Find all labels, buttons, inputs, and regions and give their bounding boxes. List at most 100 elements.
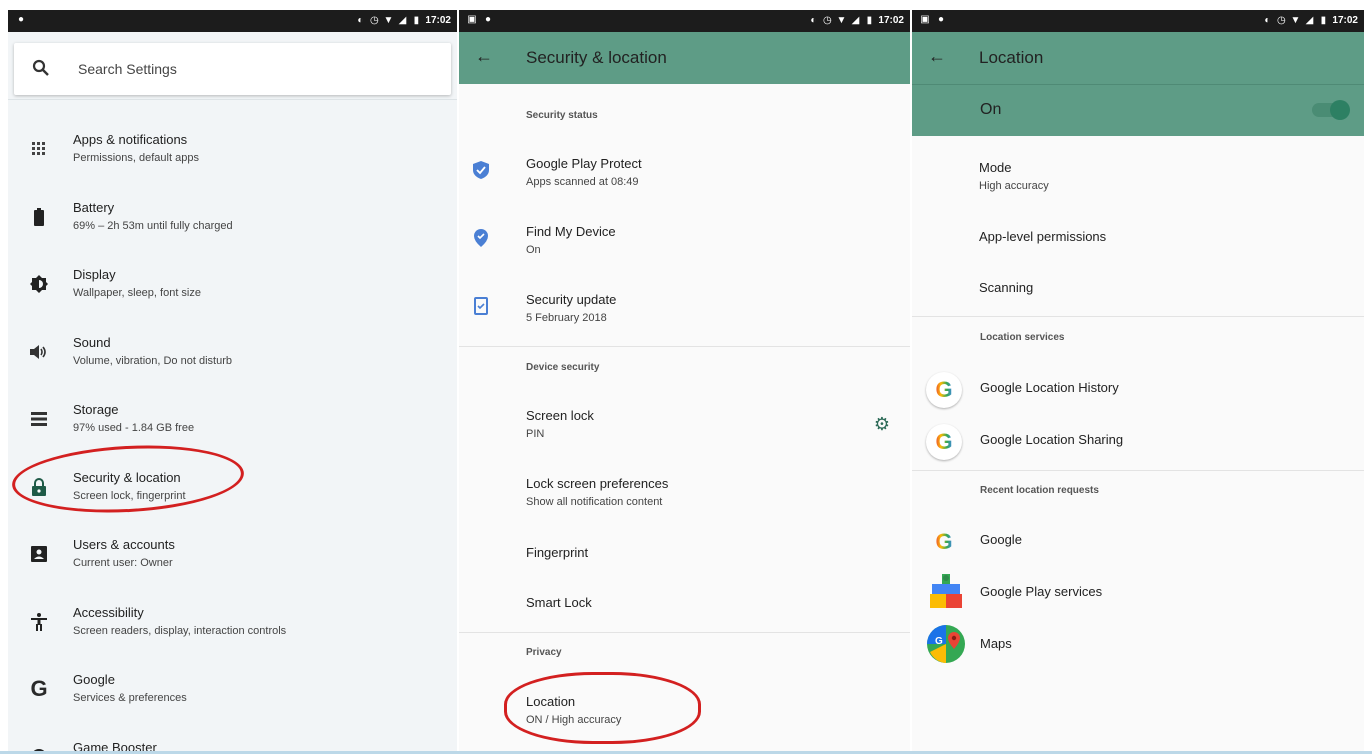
item-title: Users & accounts (73, 537, 175, 552)
google-logo-icon: G (935, 529, 953, 554)
recent-request-google[interactable]: G Google (912, 512, 1364, 572)
google-logo-icon: G (926, 372, 962, 408)
storage-icon (28, 408, 50, 430)
alarm-icon: ◷ (823, 14, 832, 26)
section-header-location-services: Location services (980, 332, 1065, 343)
toggle-label: On (980, 101, 1002, 118)
item-subtitle: Permissions, default apps (73, 152, 199, 164)
wifi-icon: ▼ (1290, 14, 1301, 26)
mode-item[interactable]: Mode High accuracy (912, 150, 1364, 210)
settings-item-google[interactable]: G Google Services & preferences (8, 658, 457, 722)
item-subtitle: Current user: Owner (73, 557, 173, 569)
item-title: Storage (73, 402, 119, 417)
recent-request-maps[interactable]: G Maps (912, 616, 1364, 676)
scanning-item[interactable]: Scanning (912, 260, 1364, 320)
item-title: Location (526, 694, 576, 709)
item-title: Mode (979, 160, 1012, 175)
item-subtitle: 5 February 2018 (526, 312, 607, 324)
location-item[interactable]: Location ON / High accuracy (459, 684, 910, 744)
screen-lock-item[interactable]: Screen lock PIN ⚙ (459, 398, 910, 458)
recent-request-play-services[interactable]: Google Play services (912, 564, 1364, 624)
smart-lock-item[interactable]: Smart Lock (459, 575, 910, 635)
google-location-history-item[interactable]: G Google Location History (912, 360, 1364, 420)
item-title: Scanning (979, 280, 1034, 295)
settings-item-users[interactable]: Users & accounts Current user: Owner (8, 523, 457, 587)
signal-icon: ◢ (398, 14, 407, 26)
back-arrow-icon[interactable]: ← (928, 46, 946, 67)
settings-item-storage[interactable]: Storage 97% used - 1.84 GB free (8, 388, 457, 452)
settings-item-battery[interactable]: Battery 69% – 2h 53m until fully charged (8, 186, 457, 250)
status-time: 17:02 (1332, 15, 1358, 26)
settings-item-apps[interactable]: Apps & notifications Permissions, defaul… (8, 118, 457, 182)
item-title: Fingerprint (526, 545, 589, 560)
google-icon: G (30, 676, 48, 701)
item-subtitle: Wallpaper, sleep, font size (73, 287, 201, 299)
divider (8, 99, 457, 100)
search-icon (32, 59, 49, 76)
divider (459, 632, 910, 633)
settings-item-game-booster[interactable]: Game Booster (8, 726, 457, 754)
item-subtitle: 97% used - 1.84 GB free (73, 422, 195, 434)
search-bar[interactable]: Search Settings (14, 43, 451, 95)
svg-text:G: G (935, 636, 943, 647)
item-subtitle: Apps scanned at 08:49 (526, 176, 639, 188)
divider (459, 346, 910, 347)
play-protect-item[interactable]: Google Play Protect Apps scanned at 08:4… (459, 146, 910, 206)
item-subtitle: Screen lock, fingerprint (73, 490, 186, 502)
location-toggle[interactable] (1312, 100, 1350, 120)
settings-item-security[interactable]: Security & location Screen lock, fingerp… (8, 456, 457, 520)
item-title: Screen lock (526, 408, 594, 423)
status-bar: ▣ ● ◐ ◷ ▼ ◢ ▮ 17:02 (912, 10, 1364, 32)
settings-item-sound[interactable]: Sound Volume, vibration, Do not disturb (8, 321, 457, 385)
account-icon (28, 543, 50, 565)
google-location-sharing-item[interactable]: G Google Location Sharing (912, 412, 1364, 472)
item-title: Apps & notifications (73, 132, 188, 147)
vibrate-icon: ◐ (810, 14, 817, 26)
item-title: Google Play services (980, 584, 1103, 599)
item-subtitle: On (526, 244, 541, 256)
item-title: Accessibility (73, 605, 144, 620)
item-title: Maps (980, 636, 1012, 651)
image-notification-icon: ▣ (920, 14, 930, 25)
item-title: Security & location (73, 470, 181, 485)
image-notification-icon: ▣ (467, 14, 477, 25)
item-title: Sound (73, 335, 111, 350)
settings-item-accessibility[interactable]: Accessibility Screen readers, display, i… (8, 591, 457, 655)
app-bar: ← Location (912, 32, 1364, 84)
vibrate-icon: ◐ (357, 14, 364, 26)
section-header-recent-requests: Recent location requests (980, 485, 1099, 496)
gear-icon[interactable]: ⚙ (874, 414, 890, 435)
security-update-item[interactable]: Security update 5 February 2018 (459, 282, 910, 342)
volume-icon (28, 341, 50, 363)
find-my-device-item[interactable]: Find My Device On (459, 214, 910, 274)
page-title: Security & location (526, 48, 667, 67)
location-toggle-bar[interactable]: On (912, 84, 1364, 136)
wifi-icon: ▼ (383, 14, 394, 26)
battery-status-icon: ▮ (1320, 14, 1327, 26)
battery-icon (28, 206, 50, 228)
lock-screen-preferences-item[interactable]: Lock screen preferences Show all notific… (459, 466, 910, 526)
item-title: Google Location Sharing (980, 432, 1124, 447)
lock-icon (28, 476, 50, 498)
battery-status-icon: ▮ (413, 14, 420, 26)
section-header-privacy: Privacy (526, 647, 562, 658)
battery-status-icon: ▮ (866, 14, 873, 26)
back-arrow-icon[interactable]: ← (475, 46, 493, 67)
section-header-device-security: Device security (526, 362, 600, 373)
item-subtitle: ON / High accuracy (526, 714, 622, 726)
toggle-knob (1330, 100, 1350, 120)
app-bar: ← Security & location (459, 32, 910, 84)
item-title: Google (980, 532, 1022, 547)
update-check-icon (471, 294, 491, 318)
item-subtitle: PIN (526, 428, 545, 440)
settings-item-display[interactable]: Display Wallpaper, sleep, font size (8, 253, 457, 317)
status-time: 17:02 (425, 15, 451, 26)
alarm-icon: ◷ (1277, 14, 1286, 26)
item-subtitle: Screen readers, display, interaction con… (73, 625, 287, 637)
divider (912, 470, 1364, 471)
signal-icon: ◢ (1305, 14, 1314, 26)
google-logo-icon: G (926, 424, 962, 460)
alarm-icon: ◷ (370, 14, 379, 26)
section-header-security-status: Security status (526, 110, 598, 121)
settings-panel: ● ◐ ◷ ▼ ◢ ▮ 17:02 Search Settings Apps &… (8, 10, 457, 754)
